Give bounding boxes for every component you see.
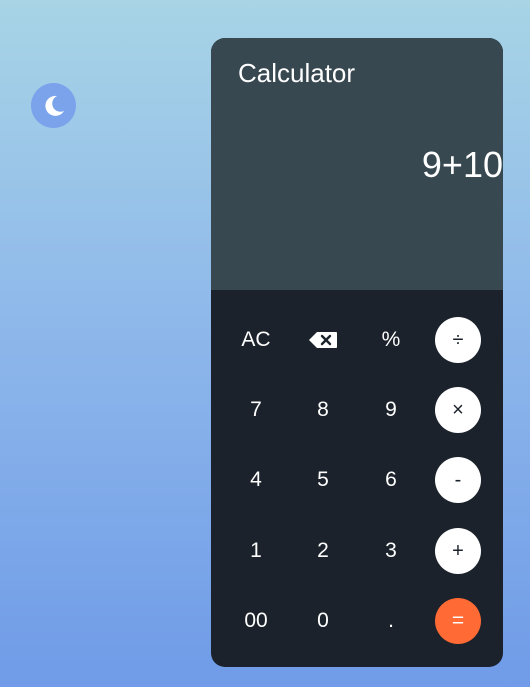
theme-toggle-button[interactable] (31, 83, 76, 128)
keypad: AC % ÷ 7 8 9 × 4 5 6 - 1 2 3 + 00 0 . = (211, 290, 503, 667)
zero-button[interactable]: 0 (300, 598, 346, 644)
percent-button[interactable]: % (368, 317, 414, 363)
calculator-panel: Calculator 9+10 AC % ÷ 7 8 9 × 4 5 6 - 1… (211, 38, 503, 667)
one-button[interactable]: 1 (233, 528, 279, 574)
three-button[interactable]: 3 (368, 528, 414, 574)
moon-icon (41, 93, 67, 119)
nine-button[interactable]: 9 (368, 387, 414, 433)
four-button[interactable]: 4 (233, 457, 279, 503)
five-button[interactable]: 5 (300, 457, 346, 503)
subtract-button[interactable]: - (435, 457, 481, 503)
multiply-button[interactable]: × (435, 387, 481, 433)
backspace-icon (308, 331, 338, 349)
calculator-title: Calculator (238, 58, 356, 88)
eight-button[interactable]: 8 (300, 387, 346, 433)
expression-display: 9+10 (421, 144, 503, 185)
equals-button[interactable]: = (435, 598, 481, 644)
six-button[interactable]: 6 (368, 457, 414, 503)
add-button[interactable]: + (435, 528, 481, 574)
calculator-display: Calculator 9+10 (211, 38, 503, 290)
two-button[interactable]: 2 (300, 528, 346, 574)
seven-button[interactable]: 7 (233, 387, 279, 433)
double-zero-button[interactable]: 00 (233, 598, 279, 644)
divide-button[interactable]: ÷ (435, 317, 481, 363)
decimal-button[interactable]: . (368, 598, 414, 644)
backspace-button[interactable] (300, 317, 346, 363)
clear-button[interactable]: AC (233, 317, 279, 363)
